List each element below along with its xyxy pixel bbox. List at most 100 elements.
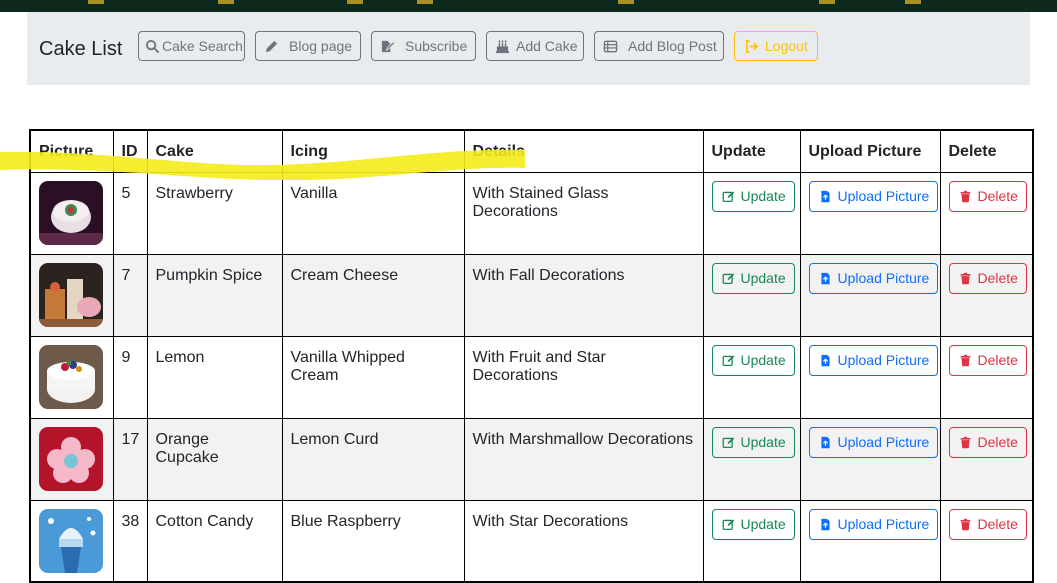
subscribe-button[interactable]: Subscribe — [371, 31, 476, 61]
cake-name: Lemon — [146, 335, 283, 419]
header-details: Details — [463, 129, 704, 173]
cake-icon — [495, 38, 510, 54]
header-picture: Picture — [29, 129, 114, 173]
update-label: Update — [740, 434, 786, 450]
cake-id: 5 — [112, 171, 148, 255]
strip-icon — [618, 0, 634, 4]
strip-icon — [819, 0, 835, 4]
cake-table: Picture ID Cake Icing Details Update Upl… — [29, 129, 1034, 583]
update-cell: Update — [702, 253, 801, 337]
upload-picture-button[interactable]: Upload Picture — [808, 344, 939, 376]
edit-icon — [721, 434, 737, 450]
table-row: 38 Cotton Candy Blue Raspberry With Star… — [29, 499, 1034, 583]
header-update: Update — [702, 129, 801, 173]
header-cake: Cake — [146, 129, 283, 173]
table-list-icon — [603, 38, 618, 54]
add-blog-post-label: Add Blog Post — [628, 38, 717, 54]
file-upload-icon — [818, 352, 834, 368]
update-button[interactable]: Update — [711, 426, 795, 458]
blog-page-button[interactable]: Blog page — [255, 31, 361, 61]
cake-icing: Vanilla — [281, 171, 465, 255]
cake-details: With Marshmallow Decorations — [463, 417, 704, 501]
delete-cell: Delete — [939, 335, 1034, 419]
file-upload-icon — [818, 188, 834, 204]
upload-cell: Upload Picture — [799, 335, 941, 419]
cake-thumbnail[interactable] — [39, 426, 103, 491]
pencil-icon — [264, 38, 279, 54]
delete-button[interactable]: Delete — [948, 262, 1027, 294]
delete-button[interactable]: Delete — [948, 344, 1027, 376]
delete-cell: Delete — [939, 171, 1034, 255]
file-upload-icon — [818, 516, 834, 532]
cake-name: Strawberry — [146, 171, 283, 255]
strip-icon — [347, 0, 363, 4]
add-cake-label: Add Cake — [516, 38, 578, 54]
upload-label: Upload Picture — [837, 352, 930, 368]
navbar: Cake List Cake Search Blog page Subscrib… — [27, 12, 1030, 85]
upload-picture-button[interactable]: Upload Picture — [808, 508, 939, 540]
cake-name: Pumpkin Spice — [146, 253, 283, 337]
update-button[interactable]: Update — [711, 180, 795, 212]
delete-label: Delete — [977, 434, 1018, 450]
cake-icing: Blue Raspberry — [281, 499, 465, 583]
cake-details: With Star Decorations — [463, 499, 704, 583]
cake-id: 7 — [112, 253, 148, 337]
cake-search-button[interactable]: Cake Search — [138, 31, 245, 61]
trash-icon — [958, 270, 974, 286]
subscribe-label: Subscribe — [405, 38, 468, 54]
trash-icon — [958, 352, 974, 368]
strip-icon — [417, 0, 433, 4]
delete-button[interactable]: Delete — [948, 426, 1027, 458]
cake-thumbnail[interactable] — [39, 344, 103, 409]
add-cake-button[interactable]: Add Cake — [486, 31, 584, 61]
update-label: Update — [740, 352, 786, 368]
cake-details: With Fall Decorations — [463, 253, 704, 337]
delete-button[interactable]: Delete — [948, 508, 1027, 540]
picture-cell — [29, 499, 114, 583]
update-button[interactable]: Update — [711, 262, 795, 294]
update-button[interactable]: Update — [711, 508, 795, 540]
strip-icon — [218, 0, 234, 4]
cake-id: 17 — [112, 417, 148, 501]
upload-picture-button[interactable]: Upload Picture — [808, 262, 939, 294]
update-cell: Update — [702, 417, 801, 501]
upload-picture-button[interactable]: Upload Picture — [808, 426, 939, 458]
update-label: Update — [740, 516, 786, 532]
upload-label: Upload Picture — [837, 516, 930, 532]
navbar-brand[interactable]: Cake List — [39, 38, 122, 61]
cake-details: With Fruit and Star Decorations — [463, 335, 704, 419]
delete-cell: Delete — [939, 417, 1034, 501]
update-cell: Update — [702, 171, 801, 255]
cake-icing: Cream Cheese — [281, 253, 465, 337]
header-icing: Icing — [281, 129, 465, 173]
logout-button[interactable]: Logout — [734, 31, 818, 61]
cake-table-container: Picture ID Cake Icing Details Update Upl… — [29, 129, 1034, 583]
delete-label: Delete — [977, 516, 1018, 532]
delete-label: Delete — [977, 270, 1018, 286]
upload-picture-button[interactable]: Upload Picture — [808, 180, 939, 212]
edit-icon — [721, 352, 737, 368]
strip-icon — [905, 0, 921, 4]
update-label: Update — [740, 270, 786, 286]
cake-icing: Lemon Curd — [281, 417, 465, 501]
cake-thumbnail[interactable] — [39, 262, 103, 327]
pen-to-square-icon — [380, 38, 395, 54]
table-row: 9 Lemon Vanilla Whipped Cream With Fruit… — [29, 335, 1034, 419]
table-row: 17 Orange Cupcake Lemon Curd With Marshm… — [29, 417, 1034, 501]
top-window-strip — [0, 0, 1057, 12]
logout-icon — [743, 38, 759, 54]
trash-icon — [958, 516, 974, 532]
edit-icon — [721, 516, 737, 532]
picture-cell — [29, 253, 114, 337]
upload-label: Upload Picture — [837, 434, 930, 450]
update-cell: Update — [702, 499, 801, 583]
add-blog-post-button[interactable]: Add Blog Post — [594, 31, 724, 61]
edit-icon — [721, 188, 737, 204]
delete-button[interactable]: Delete — [948, 180, 1027, 212]
update-button[interactable]: Update — [711, 344, 795, 376]
cake-thumbnail[interactable] — [39, 180, 103, 245]
cake-thumbnail[interactable] — [39, 508, 103, 573]
picture-cell — [29, 171, 114, 255]
table-row: 7 Pumpkin Spice Cream Cheese With Fall D… — [29, 253, 1034, 337]
cake-search-label: Cake Search — [162, 38, 243, 54]
